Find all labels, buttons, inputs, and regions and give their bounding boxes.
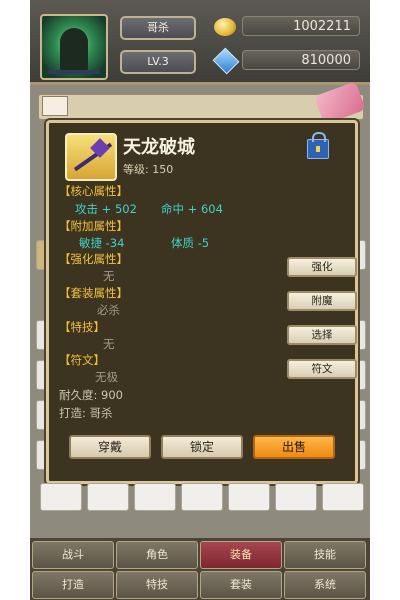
core-hit: 命中 + 604	[161, 202, 223, 216]
nav-equipment[interactable]: 装备	[200, 541, 282, 569]
enchant-button[interactable]: 附魔	[287, 291, 357, 311]
core-attributes-title: 【核心属性】	[59, 184, 128, 198]
gold-coin-icon	[214, 18, 236, 36]
player-avatar[interactable]	[40, 14, 108, 80]
sell-button[interactable]: 出售	[253, 435, 335, 459]
gold-amount: 1002211	[242, 16, 360, 36]
item-detail-panel: 天龙破城 等级: 150 【核心属性】 攻击 + 502 命中 + 604 【附…	[46, 120, 358, 484]
set-attributes-title: 【套装属性】	[59, 286, 128, 300]
inventory-slot[interactable]	[275, 483, 317, 511]
select-button[interactable]: 选择	[287, 325, 357, 345]
player-header: 哥杀 LV.3 1002211 810000	[30, 0, 370, 85]
lock-button[interactable]: 锁定	[161, 435, 243, 459]
inventory-slot[interactable]	[40, 483, 82, 511]
diamond-icon	[212, 47, 240, 75]
nav-forge[interactable]: 打造	[32, 571, 114, 599]
bottom-nav: 战斗 角色 装备 技能 打造 特技 套装 系统	[30, 538, 370, 600]
player-name: 哥杀	[120, 16, 196, 40]
player-level: LV.3	[120, 50, 196, 74]
nav-set[interactable]: 套装	[200, 571, 282, 599]
rune-button[interactable]: 符文	[287, 359, 357, 379]
extra-agility: 敏捷 -34	[79, 236, 125, 250]
special-skill-title: 【特技】	[59, 320, 105, 334]
special-skill-value: 无	[103, 337, 115, 351]
nav-system[interactable]: 系统	[284, 571, 366, 599]
rune-value: 无极	[95, 370, 118, 384]
wear-button[interactable]: 穿戴	[69, 435, 151, 459]
lock-icon[interactable]	[307, 132, 329, 159]
inventory-slot[interactable]	[181, 483, 223, 511]
avatar-exp-bar	[48, 70, 100, 74]
set-value: 必杀	[97, 303, 120, 317]
weapon-icon	[65, 133, 117, 181]
forged-by: 打造: 哥杀	[59, 406, 113, 420]
game-screen: 哥杀 LV.3 1002211 810000 天龙破城 等级: 150 【核心属…	[30, 0, 370, 600]
nav-special[interactable]: 特技	[116, 571, 198, 599]
item-name: 天龙破城	[123, 137, 195, 158]
core-attack: 攻击 + 502	[75, 202, 137, 216]
nav-skills[interactable]: 技能	[284, 541, 366, 569]
nav-battle[interactable]: 战斗	[32, 541, 114, 569]
inventory-slot[interactable]	[134, 483, 176, 511]
nav-character[interactable]: 角色	[116, 541, 198, 569]
enhance-button[interactable]: 强化	[287, 257, 357, 277]
enhance-value: 无	[103, 269, 115, 283]
durability: 耐久度: 900	[59, 388, 123, 402]
extra-constitution: 体质 -5	[171, 236, 210, 250]
list-tab[interactable]	[42, 96, 68, 116]
inventory-slot[interactable]	[322, 483, 364, 511]
inventory-slot[interactable]	[87, 483, 129, 511]
rune-title: 【符文】	[59, 353, 105, 367]
enhance-attributes-title: 【强化属性】	[59, 252, 128, 266]
avatar-figure-icon	[60, 28, 88, 72]
item-level: 等级: 150	[123, 163, 174, 176]
inventory-slot[interactable]	[228, 483, 270, 511]
extra-attributes-title: 【附加属性】	[59, 219, 128, 233]
diamond-amount: 810000	[242, 50, 360, 70]
